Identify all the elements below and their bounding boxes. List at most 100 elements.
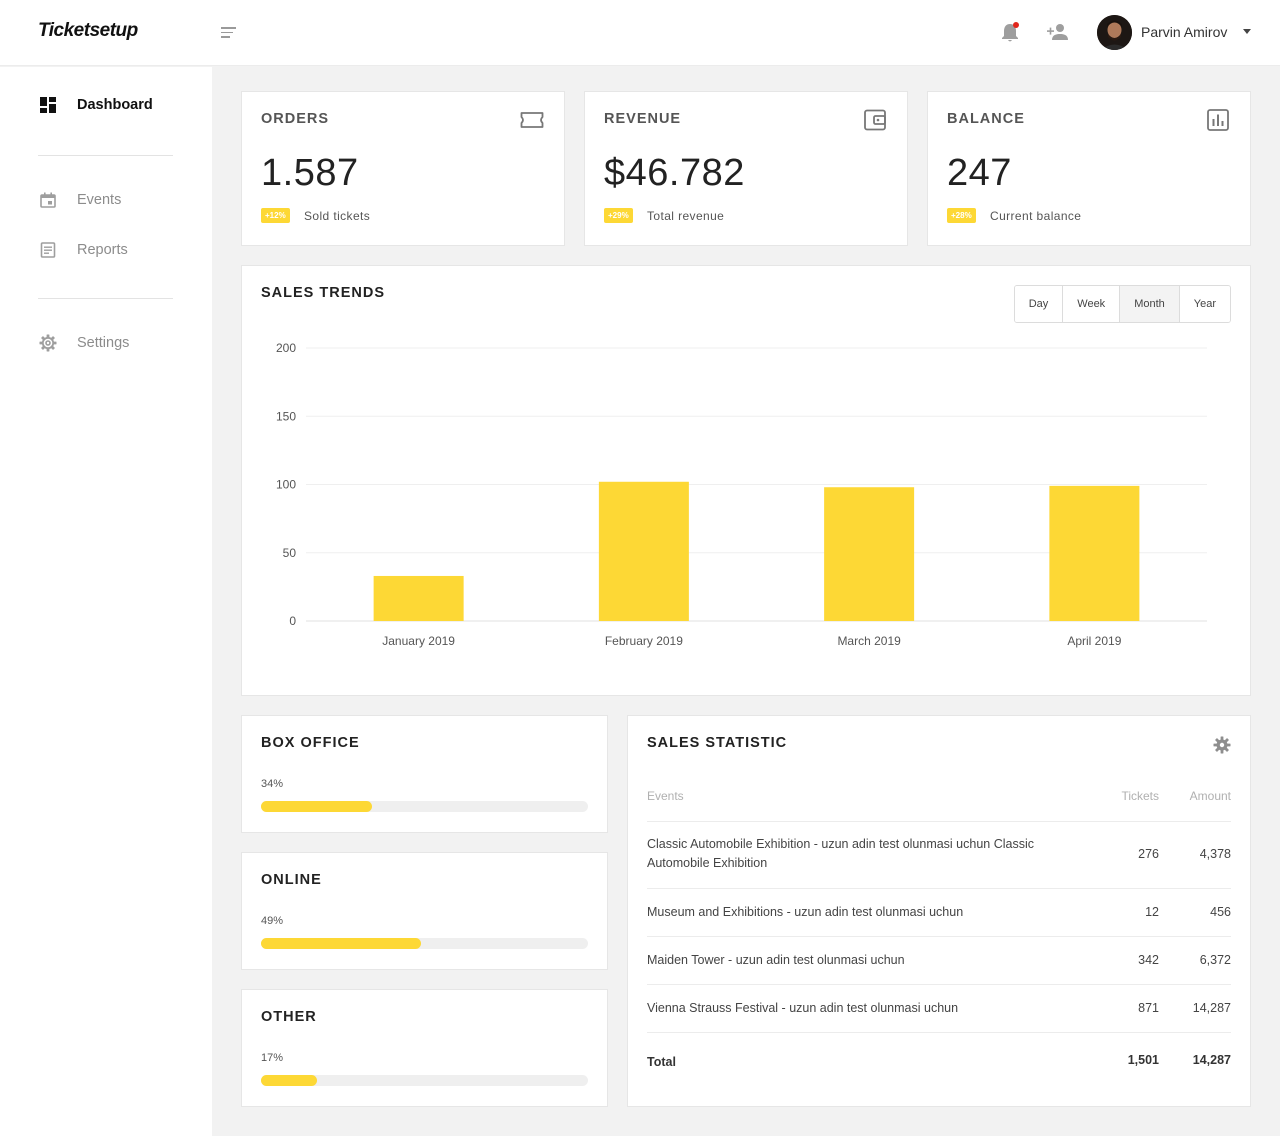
notification-dot (1013, 22, 1019, 28)
box-office-card: BOX OFFICE 34% (241, 715, 608, 833)
card-subtitle: Sold tickets (304, 209, 371, 223)
progress-fill (261, 938, 422, 949)
y-tick-label: 200 (276, 341, 296, 355)
table-row[interactable]: Classic Automobile Exhibition - uzun adi… (647, 821, 1231, 888)
period-selector: Day Week Month Year (1013, 285, 1231, 323)
y-tick-label: 150 (276, 409, 296, 423)
wallet-icon (863, 108, 887, 132)
sidebar-item-label: Events (77, 192, 122, 208)
card-title: SALES TRENDS (261, 285, 385, 301)
card-title: ONLINE (261, 872, 322, 888)
card-title: ORDERS (261, 111, 330, 127)
calendar-icon (38, 190, 58, 210)
total-tickets: 1,501 (1127, 1053, 1159, 1067)
dashboard-icon (38, 95, 58, 115)
gear-icon (38, 333, 58, 353)
amount-value: 456 (1210, 905, 1231, 919)
user-avatar[interactable] (1097, 15, 1132, 50)
period-day-button[interactable]: Day (1014, 286, 1064, 322)
balance-value: 247 (947, 152, 1012, 194)
column-header-tickets[interactable]: Tickets (1121, 789, 1159, 803)
other-card: OTHER 17% (241, 989, 608, 1107)
period-week-button[interactable]: Week (1063, 286, 1121, 322)
orders-value: 1.587 (261, 152, 359, 194)
gear-icon[interactable] (1213, 736, 1231, 754)
orders-card: ORDERS 1.587 +12% Sold tickets (241, 91, 565, 246)
event-name: Vienna Strauss Festival - uzun adin test… (647, 1001, 959, 1015)
tickets-count: 871 (1138, 1001, 1159, 1015)
table-row[interactable]: Vienna Strauss Festival - uzun adin test… (647, 984, 1231, 1032)
event-name: Museum and Exhibitions - uzun adin test … (647, 905, 964, 919)
sales-statistic-card: SALES STATISTIC Events Tickets Amount Cl… (627, 715, 1251, 1107)
table-row[interactable]: Maiden Tower - uzun adin test olunmasi u… (647, 936, 1231, 984)
card-title: OTHER (261, 1009, 317, 1025)
revenue-value: $46.782 (604, 152, 745, 194)
table-row[interactable]: Museum and Exhibitions - uzun adin test … (647, 888, 1231, 936)
sidebar-divider (38, 298, 173, 299)
progress-fill (261, 801, 373, 812)
x-tick-label: January 2019 (382, 634, 455, 648)
card-subtitle: Total revenue (647, 209, 725, 223)
event-name: Classic Automobile Exhibition - uzun adi… (647, 837, 1034, 870)
sales-trends-chart: 0 50 100 150 200 January 2019 February 2019 Mar… (276, 341, 1207, 648)
period-year-button[interactable]: Year (1179, 286, 1230, 322)
column-header-amount[interactable]: Amount (1190, 789, 1231, 803)
user-name[interactable]: Parvin Amirov (1141, 24, 1227, 40)
progress-track (261, 1075, 588, 1086)
change-badge: +29% (604, 208, 633, 223)
x-tick-label: March 2019 (837, 634, 901, 648)
y-tick-label: 0 (289, 614, 296, 628)
online-card: ONLINE 49% (241, 852, 608, 970)
total-amount: 14,287 (1192, 1053, 1231, 1067)
total-label: Total (647, 1055, 676, 1069)
column-header-events[interactable]: Events (647, 789, 684, 803)
amount-value: 4,378 (1199, 847, 1231, 861)
progress-fill (261, 1075, 317, 1086)
report-icon (38, 240, 58, 260)
card-title: BALANCE (947, 111, 1025, 127)
sidebar-divider (38, 155, 173, 156)
card-title: SALES STATISTIC (647, 735, 788, 751)
event-name: Maiden Tower - uzun adin test olunmasi u… (647, 953, 905, 967)
chart-bar[interactable] (1049, 485, 1140, 621)
y-tick-label: 100 (276, 478, 296, 492)
percent-label: 49% (261, 915, 284, 927)
sidebar: Dashboard Events Reports Settings (0, 67, 212, 1136)
percent-label: 34% (261, 778, 284, 790)
x-tick-label: April 2019 (1067, 634, 1121, 648)
sales-trends-card: 0 50 100 150 200 January 2019 February 2019 Mar… (241, 265, 1251, 696)
sidebar-item-dashboard[interactable]: Dashboard (38, 94, 153, 116)
sidebar-item-label: Reports (77, 242, 128, 258)
sidebar-item-settings[interactable]: Settings (38, 332, 129, 354)
x-tick-label: February 2019 (605, 634, 683, 648)
tickets-count: 342 (1138, 953, 1159, 967)
app-logo[interactable]: Ticketsetup (38, 20, 138, 42)
balance-card: BALANCE 247 +28% Current balance (927, 91, 1251, 246)
change-badge: +12% (261, 208, 290, 223)
chart-bar[interactable] (373, 575, 464, 621)
revenue-card: REVENUE $46.782 +29% Total revenue (584, 91, 908, 246)
add-user-icon[interactable] (1046, 22, 1070, 42)
y-tick-label: 50 (283, 546, 297, 560)
user-menu-caret-icon[interactable] (1243, 29, 1251, 34)
sidebar-item-events[interactable]: Events (38, 189, 121, 211)
menu-toggle-icon[interactable] (221, 27, 236, 38)
sidebar-item-label: Dashboard (77, 97, 153, 113)
card-title: BOX OFFICE (261, 735, 360, 751)
progress-track (261, 938, 588, 949)
amount-value: 14,287 (1192, 1001, 1231, 1015)
table-total-row: Total 1,501 14,287 (647, 1032, 1231, 1092)
notifications-bell-icon[interactable] (1000, 22, 1020, 44)
chart-bar[interactable] (598, 481, 689, 621)
tickets-count: 12 (1145, 905, 1159, 919)
bar-chart-icon (1206, 108, 1230, 132)
period-month-button[interactable]: Month (1120, 286, 1180, 322)
sidebar-item-reports[interactable]: Reports (38, 239, 128, 261)
amount-value: 6,372 (1199, 953, 1231, 967)
change-badge: +28% (947, 208, 976, 223)
tickets-count: 276 (1138, 847, 1159, 861)
percent-label: 17% (261, 1052, 284, 1064)
chart-bar[interactable] (824, 487, 915, 621)
top-header: Ticketsetup Parvin Amirov (0, 0, 1280, 66)
card-title: REVENUE (604, 111, 682, 127)
